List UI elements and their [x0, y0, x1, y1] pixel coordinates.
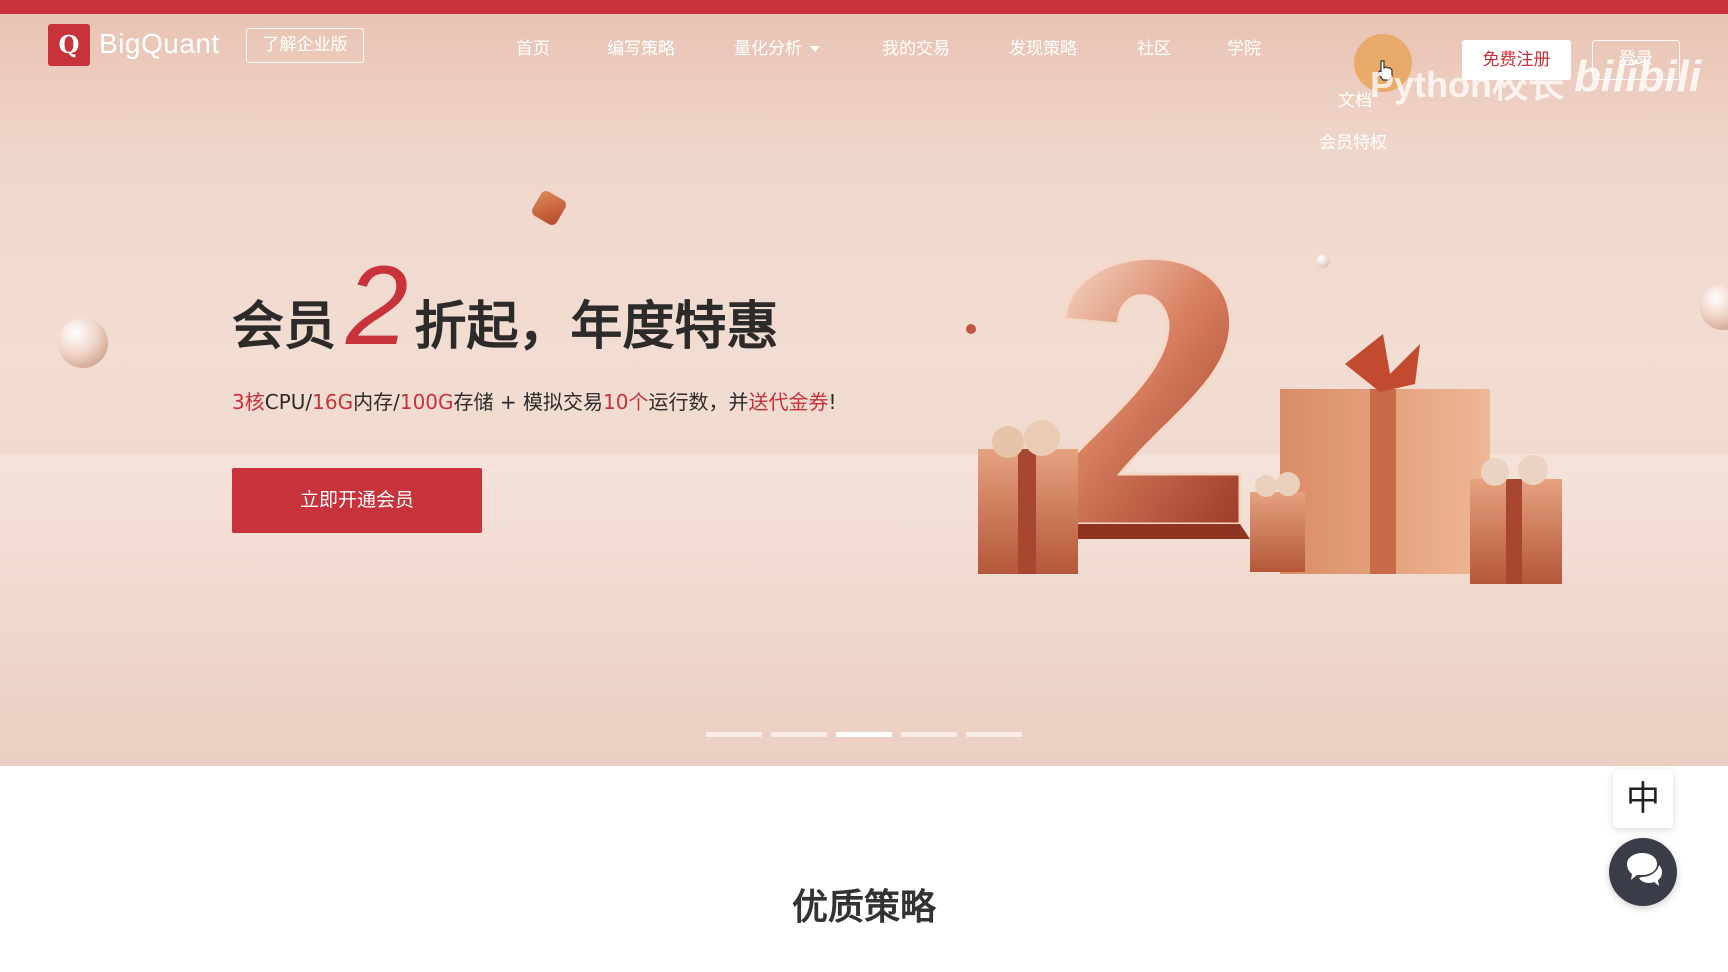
nav-item-home[interactable]: 首页 [516, 34, 550, 59]
headline-prefix: 会员 [232, 297, 337, 357]
sub-part: 100G [399, 390, 454, 414]
nav-item-quant-analysis[interactable]: 量化分析 [734, 34, 820, 59]
site-header: Q BigQuant 了解企业版 首页 编写策略 量化分析 我的交易 发现策略 … [0, 14, 1728, 105]
enterprise-button[interactable]: 了解企业版 [246, 28, 364, 63]
decor-orb-right [1700, 284, 1728, 330]
logo-text[interactable]: BigQuant [99, 28, 220, 60]
sub-part: ! [828, 390, 837, 414]
hero-subtitle: 3核CPU/16G内存/100G存储 + 模拟交易10个运行数，并送代金券! [232, 386, 836, 415]
headline-number: 2 [346, 243, 409, 368]
chat-bubble-icon [1627, 853, 1662, 886]
sub-part: 3核 [232, 390, 265, 414]
open-membership-button[interactable]: 立即开通会员 [232, 468, 482, 533]
carousel-dot[interactable] [966, 732, 1022, 737]
sub-part: 送代金券 [748, 390, 829, 414]
top-accent-bar [0, 0, 1728, 14]
logo-icon[interactable]: Q [48, 24, 90, 66]
hero-headline: 会员2 折起，年度特惠 [232, 250, 779, 362]
register-button[interactable]: 免费注册 [1462, 40, 1571, 80]
carousel-dot[interactable] [771, 732, 827, 737]
decor-orb-left [58, 318, 108, 368]
nav-item-write-strategy[interactable]: 编写策略 [607, 34, 675, 59]
sub-part: CPU/ [264, 390, 313, 414]
nav-item-academy[interactable]: 学院 [1227, 34, 1261, 59]
dropdown-item-member-privileges[interactable]: 会员特权 [1319, 128, 1387, 153]
section-title: 优质策略 [791, 887, 936, 928]
sub-part: 10个 [603, 390, 649, 414]
sub-part: 存储 + 模拟交易 [453, 390, 603, 414]
hero-illustration [978, 256, 1562, 584]
carousel-dot[interactable] [836, 732, 892, 737]
sub-part: 内存/ [353, 390, 400, 414]
sub-part: 16G [312, 390, 354, 414]
carousel-dot[interactable] [901, 732, 957, 737]
headline-suffix: 折起，年度特惠 [414, 297, 779, 357]
dropdown-item-docs[interactable]: 文档 [1338, 86, 1372, 111]
carousel-dot[interactable] [706, 732, 762, 737]
nav-item-quant-analysis-label: 量化分析 [734, 39, 802, 59]
decor-gem-top [529, 188, 569, 228]
chat-button[interactable] [1609, 838, 1677, 906]
nav-item-community[interactable]: 社区 [1137, 34, 1171, 59]
nav-item-discover-strategy[interactable]: 发现策略 [1009, 34, 1077, 59]
watermark-bilibili: bilibili [1574, 52, 1702, 101]
sub-part: 运行数，并 [648, 390, 749, 414]
language-switch-button[interactable]: 中 [1613, 770, 1673, 828]
nav-item-my-trades[interactable]: 我的交易 [882, 34, 950, 59]
chevron-down-icon [810, 46, 820, 52]
